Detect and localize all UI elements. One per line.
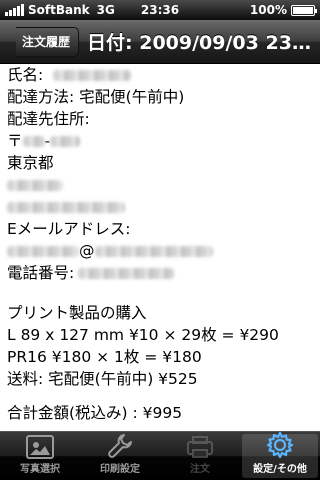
battery-icon (291, 4, 317, 16)
shipping-fee: 送料: 宅配便(午前中) ¥525 (7, 370, 198, 388)
order-item: L 89 x 127 mm ¥10 × 29枚 = ¥290 (7, 326, 279, 344)
phone-label: 電話番号: (7, 264, 75, 282)
address-line-1 (7, 174, 313, 196)
redacted-address-2 (7, 201, 125, 213)
purchase-heading: プリント製品の購入 (7, 304, 147, 322)
redacted-postal-1 (22, 135, 45, 147)
tab-label: 注文 (190, 464, 210, 475)
tab-print-settings[interactable]: 印刷設定 (82, 434, 158, 478)
tab-settings-other[interactable]: 設定/その他 (242, 431, 318, 478)
total-amount: 合計金額(税込み) : ¥995 (7, 404, 183, 422)
address-label: 配達先住所: (7, 110, 90, 128)
redacted-name (53, 69, 132, 81)
photo-icon (25, 434, 55, 459)
battery-status: 100% (249, 3, 317, 17)
name-row: 氏名: (7, 64, 313, 86)
tab-bar: 写真選択 印刷設定 注文 設定/その他 (0, 431, 320, 480)
email-at-sign: @ (79, 242, 95, 260)
phone-row: 電話番号: (7, 262, 313, 284)
postal-prefix: 〒 (7, 132, 23, 150)
tab-order[interactable]: 注文 (162, 434, 238, 478)
redacted-email-user (7, 245, 79, 257)
page-title: 日付: 2009/09/03 23:32... (87, 32, 314, 54)
order-detail: 氏名: 配達方法: 宅配便(午前中) 配達先住所: 〒 - 東京都 Eメールアド… (0, 64, 320, 431)
tab-label: 設定/その他 (253, 464, 307, 475)
network-label: 3G (96, 3, 115, 17)
status-bar: SoftBank 3G 23:36 100% (0, 0, 320, 20)
printer-icon (185, 434, 215, 459)
name-label: 氏名: (7, 66, 44, 84)
gear-icon (265, 431, 295, 459)
email-row: @ (7, 240, 313, 262)
order-item: PR16 ¥180 × 1枚 = ¥180 (7, 348, 202, 366)
tab-photo-select[interactable]: 写真選択 (2, 434, 78, 478)
prefecture: 東京都 (7, 154, 54, 172)
battery-percent: 100% (249, 3, 287, 17)
tab-label: 印刷設定 (100, 464, 140, 475)
carrier-label: SoftBank (28, 3, 90, 17)
postal-code-row: 〒 - (7, 130, 313, 152)
back-button-order-history[interactable]: 注文履歴 (16, 26, 80, 57)
signal-strength-icon (5, 4, 24, 16)
navigation-bar: 注文履歴 日付: 2009/09/03 23:32... (0, 20, 320, 64)
address-line-2 (7, 196, 313, 218)
redacted-email-domain (94, 245, 213, 257)
wrench-icon (105, 433, 135, 459)
redacted-postal-2 (50, 135, 81, 147)
redacted-phone (78, 267, 175, 279)
delivery-method: 配達方法: 宅配便(午前中) (7, 88, 185, 106)
back-button-label: 注文履歴 (22, 35, 71, 49)
tab-label: 写真選択 (20, 464, 60, 475)
email-label: Eメールアドレス: (7, 220, 131, 238)
redacted-address-1 (7, 179, 63, 191)
